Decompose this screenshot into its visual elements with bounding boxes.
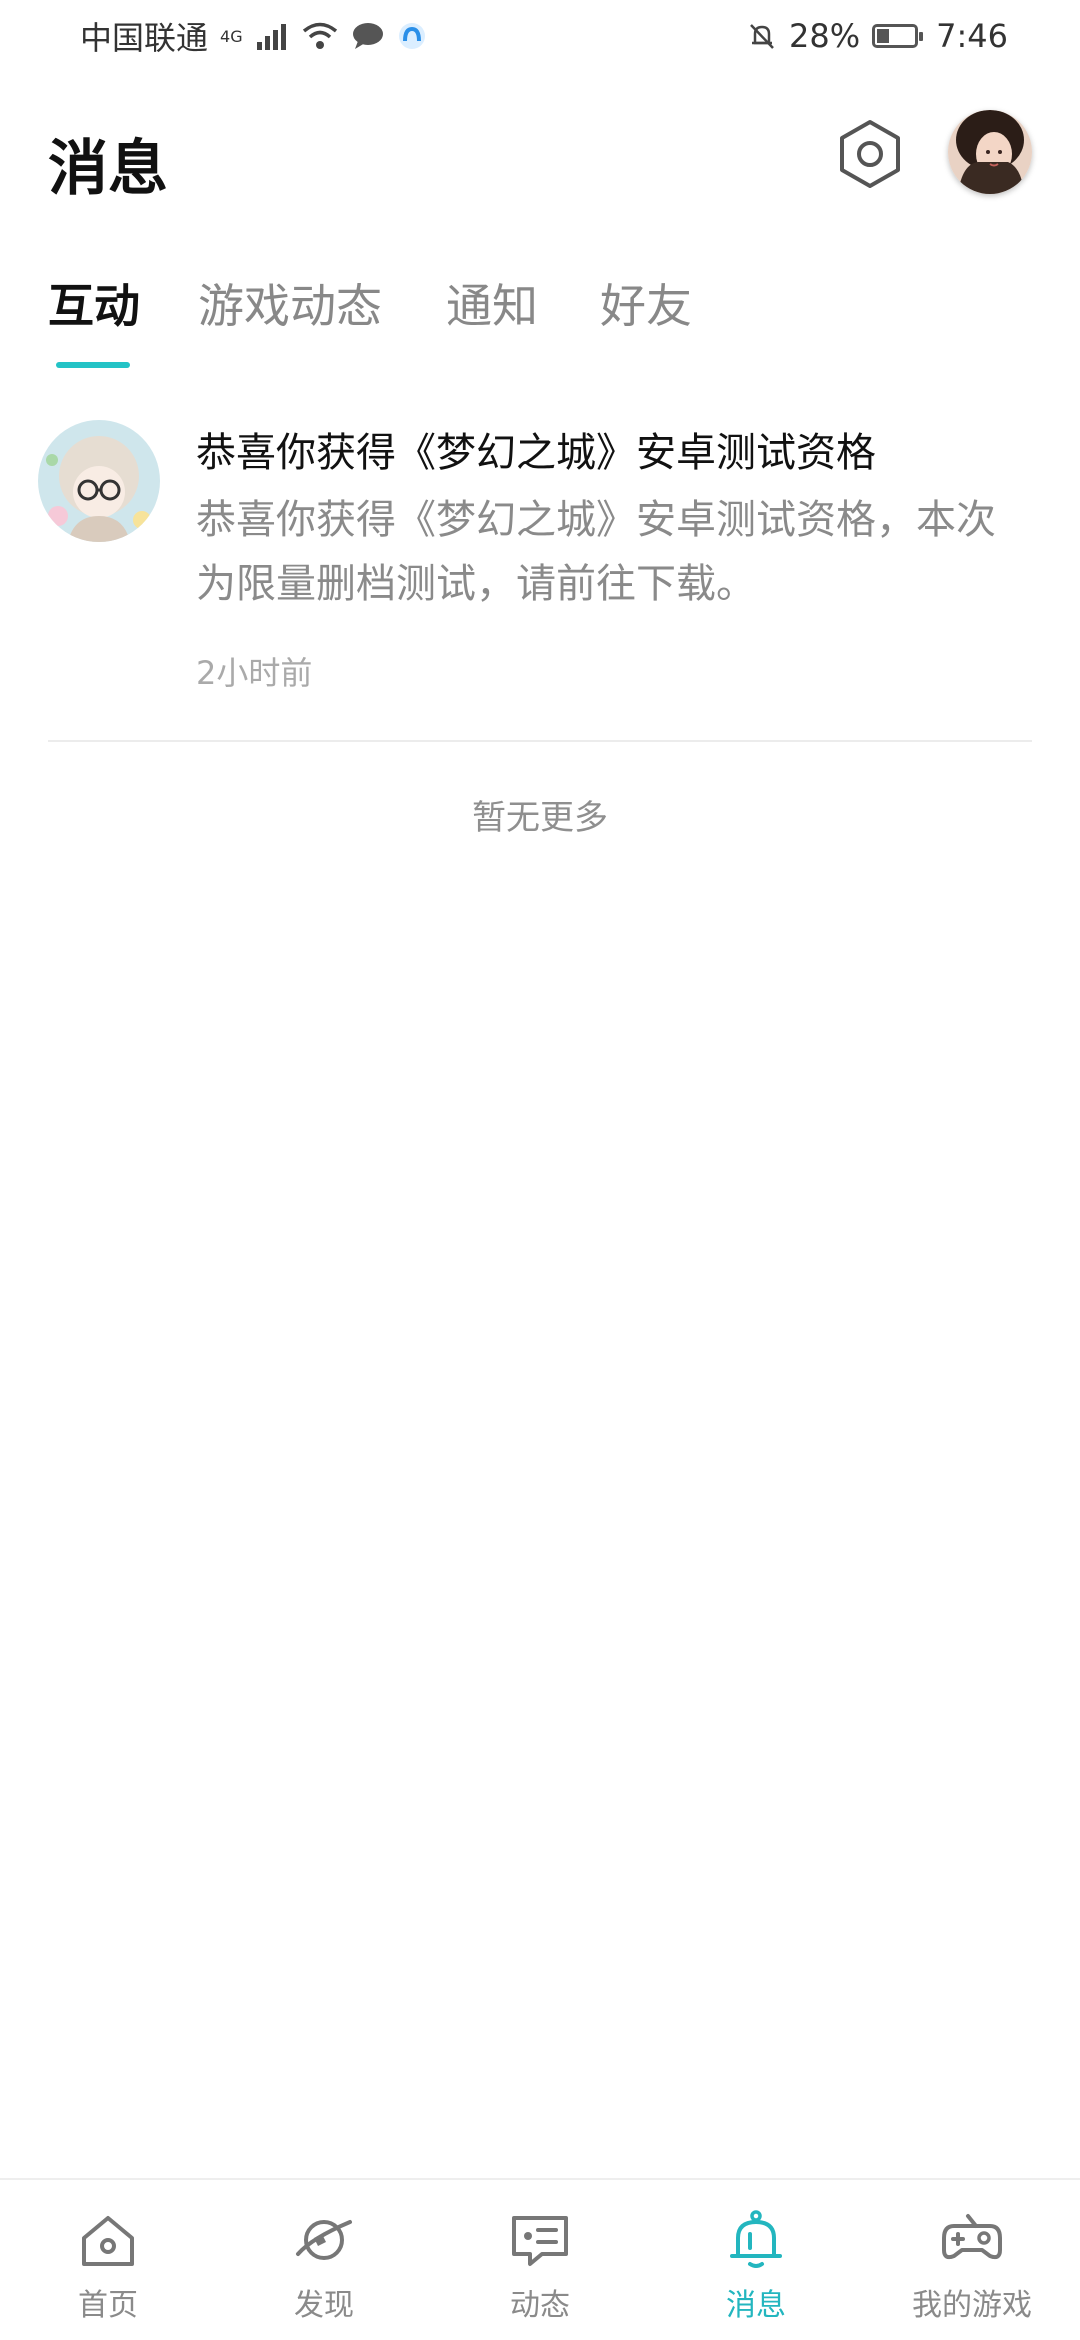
list-end-label: 暂无更多: [472, 798, 608, 838]
settings-hexagon-icon: [840, 120, 900, 188]
message-item[interactable]: 恭喜你获得《梦幻之城》安卓测试资格 恭喜你获得《梦幻之城》安卓测试资格，本次为限…: [0, 416, 1080, 740]
clock: 7:46: [936, 17, 1008, 55]
nav-home[interactable]: 首页: [0, 2180, 216, 2340]
sender-avatar: [38, 420, 160, 542]
tab-game-news[interactable]: 游戏动态: [198, 270, 382, 336]
network-type: 4G: [220, 27, 243, 46]
nav-discover[interactable]: 发现: [216, 2180, 432, 2340]
nav-messages-label: 消息: [726, 2288, 786, 2323]
battery-icon: [872, 24, 924, 48]
tab-friends[interactable]: 好友: [600, 270, 692, 336]
nav-my-games-label: 我的游戏: [912, 2288, 1032, 2323]
status-left: 中国联通 4G: [80, 13, 427, 59]
carrier-label: 中国联通: [80, 19, 209, 57]
planet-icon: [296, 2220, 352, 2260]
header: 消息: [0, 100, 1080, 220]
page-title: 消息: [48, 134, 168, 204]
nav-feed[interactable]: 动态: [432, 2180, 648, 2340]
status-bar: 中国联通 4G 28% 7:46: [0, 0, 1080, 72]
nav-messages[interactable]: 消息: [648, 2180, 864, 2340]
list-divider: [48, 740, 1032, 742]
mute-bell-icon: [747, 21, 777, 51]
message-tabs: 互动 游戏动态 通知 好友: [0, 270, 1080, 380]
wifi-icon: [301, 21, 339, 51]
status-right: 28% 7:46: [747, 17, 1008, 55]
chat-card-icon: [512, 2216, 568, 2266]
app-notification-icon: [397, 21, 427, 51]
user-avatar[interactable]: [948, 110, 1032, 194]
active-tab-indicator: [56, 362, 130, 368]
battery-percent: 28%: [789, 17, 861, 55]
nav-my-games[interactable]: 我的游戏: [864, 2180, 1080, 2340]
nav-feed-label: 动态: [510, 2288, 570, 2323]
messages-screen: 中国联通 4G 28% 7:46 消息 互动 游戏动态 通知 好友 恭喜你获得《…: [0, 0, 1080, 2340]
home-icon: [82, 2216, 134, 2266]
message-title: 恭喜你获得《梦幻之城》安卓测试资格: [196, 430, 876, 476]
message-time: 2小时前: [196, 654, 313, 692]
chat-notification-icon: [351, 21, 385, 51]
nav-home-label: 首页: [78, 2288, 138, 2323]
bottom-nav: 首页 发现 动态 消息 我的游戏: [0, 2178, 1080, 2340]
tab-interaction[interactable]: 互动: [48, 270, 140, 336]
tab-notifications[interactable]: 通知: [446, 270, 538, 336]
nav-discover-label: 发现: [294, 2288, 354, 2323]
gamepad-icon: [942, 2214, 1002, 2260]
message-body: 恭喜你获得《梦幻之城》安卓测试资格，本次为限量删档测试，请前往下载。: [196, 497, 996, 607]
signal-icon: [255, 22, 289, 50]
settings-button[interactable]: [830, 114, 910, 194]
bell-icon: [730, 2210, 782, 2268]
